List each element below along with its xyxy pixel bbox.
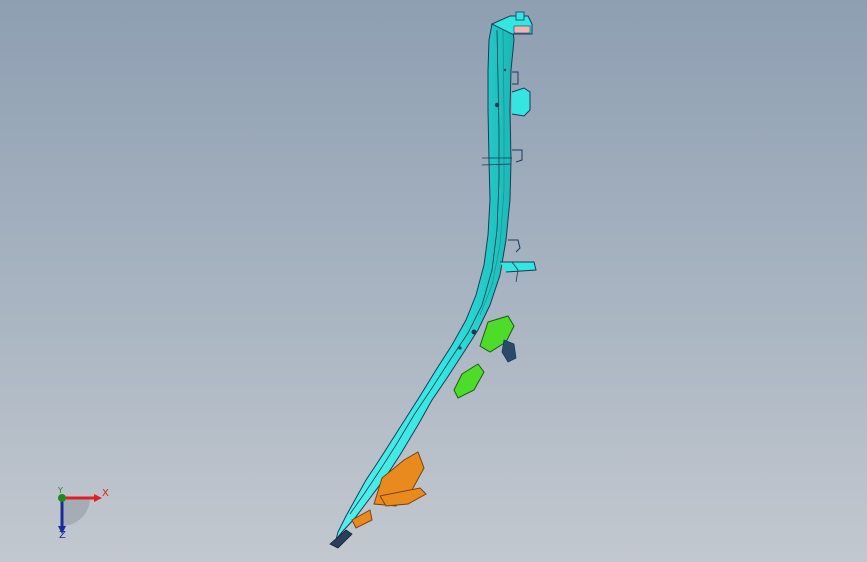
hole-1 <box>494 102 500 108</box>
hole-2 <box>471 329 477 335</box>
main-panel <box>335 21 515 541</box>
flange-line <box>349 29 500 515</box>
tip-cap <box>513 25 531 34</box>
dark-bracket <box>501 339 517 363</box>
z-axis-label: Z <box>59 530 66 541</box>
top-tab <box>515 11 525 21</box>
clip-4 <box>508 239 521 253</box>
x-axis-arrow <box>94 494 102 502</box>
hole-3 <box>458 346 462 350</box>
y-axis-label: Y <box>58 486 63 495</box>
clip-1 <box>512 71 519 85</box>
clip-2 <box>511 87 531 117</box>
cad-viewport[interactable]: X Y Z <box>0 0 867 562</box>
x-axis-label: X <box>102 488 109 499</box>
pillar-3d-model[interactable] <box>0 0 867 562</box>
green-reinforcement-lower <box>453 363 485 399</box>
clip-3 <box>512 149 523 163</box>
triad-shadow <box>62 498 90 526</box>
hole-4 <box>503 68 507 72</box>
axis-triad[interactable] <box>40 480 130 550</box>
